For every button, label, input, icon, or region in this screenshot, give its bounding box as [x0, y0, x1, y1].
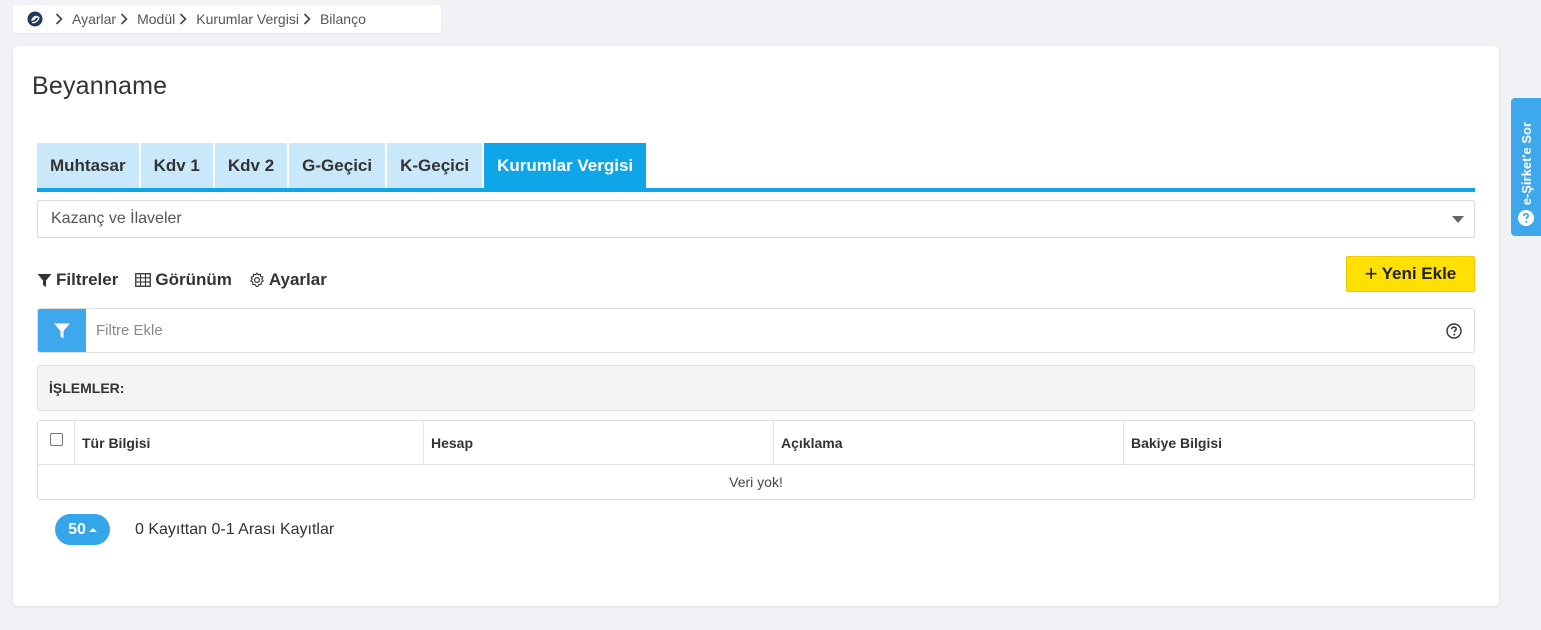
filter-input[interactable]	[86, 309, 1446, 352]
chevron-right-icon	[303, 13, 311, 25]
chevron-right-icon	[120, 13, 128, 25]
tab-bar: Muhtasar Kdv 1 Kdv 2 G-Geçici K-Geçici K…	[37, 143, 1475, 192]
breadcrumb: Ayarlar Modül Kurumlar Vergisi Bilanço	[13, 5, 441, 33]
column-header-hesap[interactable]: Hesap	[424, 420, 774, 465]
breadcrumb-item-modul[interactable]: Modül	[137, 11, 175, 27]
add-new-label: Yeni Ekle	[1381, 264, 1457, 283]
table-empty-row: Veri yok!	[38, 465, 1474, 499]
column-header-tur-bilgisi[interactable]: Tür Bilgisi	[75, 420, 424, 465]
ask-side-tab[interactable]: e-Şirket'e Sor	[1511, 98, 1541, 236]
view-button[interactable]: Görünüm	[135, 270, 232, 290]
settings-button[interactable]: Ayarlar	[249, 270, 327, 290]
category-select-value: Kazanç ve İlaveler	[51, 210, 182, 227]
help-circle-icon	[1517, 209, 1535, 227]
page-title: Beyanname	[32, 72, 168, 100]
grid-toolbar: Filtreler Görünüm Ayarlar	[37, 268, 344, 292]
settings-label: Ayarlar	[268, 270, 327, 289]
operations-bar: İŞLEMLER:	[37, 365, 1475, 411]
tab-kurumlar-vergisi[interactable]: Kurumlar Vergisi	[484, 143, 647, 188]
filter-icon	[53, 322, 71, 340]
main-card: Beyanname Muhtasar Kdv 1 Kdv 2 G-Geçici …	[13, 46, 1499, 606]
category-select[interactable]: Kazanç ve İlaveler	[37, 200, 1475, 238]
view-label: Görünüm	[155, 270, 232, 289]
pager: 50 0 Kayıttan 0-1 Arası Kayıtlar	[55, 514, 334, 545]
caret-up-icon	[88, 528, 97, 532]
page-size-value: 50	[68, 520, 86, 538]
breadcrumb-item-ayarlar[interactable]: Ayarlar	[72, 11, 116, 27]
data-table: Tür Bilgisi Hesap Açıklama Bakiye Bilgis…	[37, 420, 1475, 500]
select-all-checkbox[interactable]	[49, 433, 63, 446]
filter-toggle-button[interactable]	[38, 309, 86, 352]
add-new-button[interactable]: + Yeni Ekle	[1346, 256, 1475, 292]
chevron-right-icon	[55, 13, 63, 25]
empty-message: Veri yok!	[729, 474, 783, 490]
breadcrumb-item-bilanco: Bilanço	[319, 11, 366, 27]
table-header: Tür Bilgisi Hesap Açıklama Bakiye Bilgis…	[38, 420, 1474, 465]
chevron-right-icon	[179, 13, 187, 25]
tab-kdv-2[interactable]: Kdv 2	[214, 143, 288, 188]
page-size-dropdown[interactable]: 50	[55, 514, 110, 545]
breadcrumb-item-kurumlar-vergisi[interactable]: Kurumlar Vergisi	[196, 11, 299, 27]
tab-muhtasar[interactable]: Muhtasar	[37, 143, 139, 188]
tab-g-gecici[interactable]: G-Geçici	[289, 143, 386, 188]
filters-label: Filtreler	[56, 270, 119, 289]
pager-summary: 0 Kayıttan 0-1 Arası Kayıtlar	[135, 520, 335, 538]
ask-side-tab-label: e-Şirket'e Sor	[1518, 121, 1534, 205]
filter-icon	[37, 273, 52, 288]
home-logo-icon[interactable]	[27, 11, 43, 27]
filter-bar	[37, 308, 1475, 353]
filters-button[interactable]: Filtreler	[37, 270, 118, 290]
gear-icon	[249, 272, 265, 288]
column-header-aciklama[interactable]: Açıklama	[774, 420, 1124, 465]
tab-k-gecici[interactable]: K-Geçici	[387, 143, 483, 188]
plus-icon: +	[1364, 261, 1378, 286]
column-header-bakiye-bilgisi[interactable]: Bakiye Bilgisi	[1124, 421, 1474, 465]
select-all-cell	[38, 420, 75, 465]
help-icon[interactable]	[1446, 322, 1462, 339]
operations-label: İŞLEMLER:	[49, 380, 125, 396]
caret-down-icon	[1452, 216, 1464, 223]
tab-kdv-1[interactable]: Kdv 1	[140, 143, 213, 188]
table-icon	[135, 273, 152, 287]
